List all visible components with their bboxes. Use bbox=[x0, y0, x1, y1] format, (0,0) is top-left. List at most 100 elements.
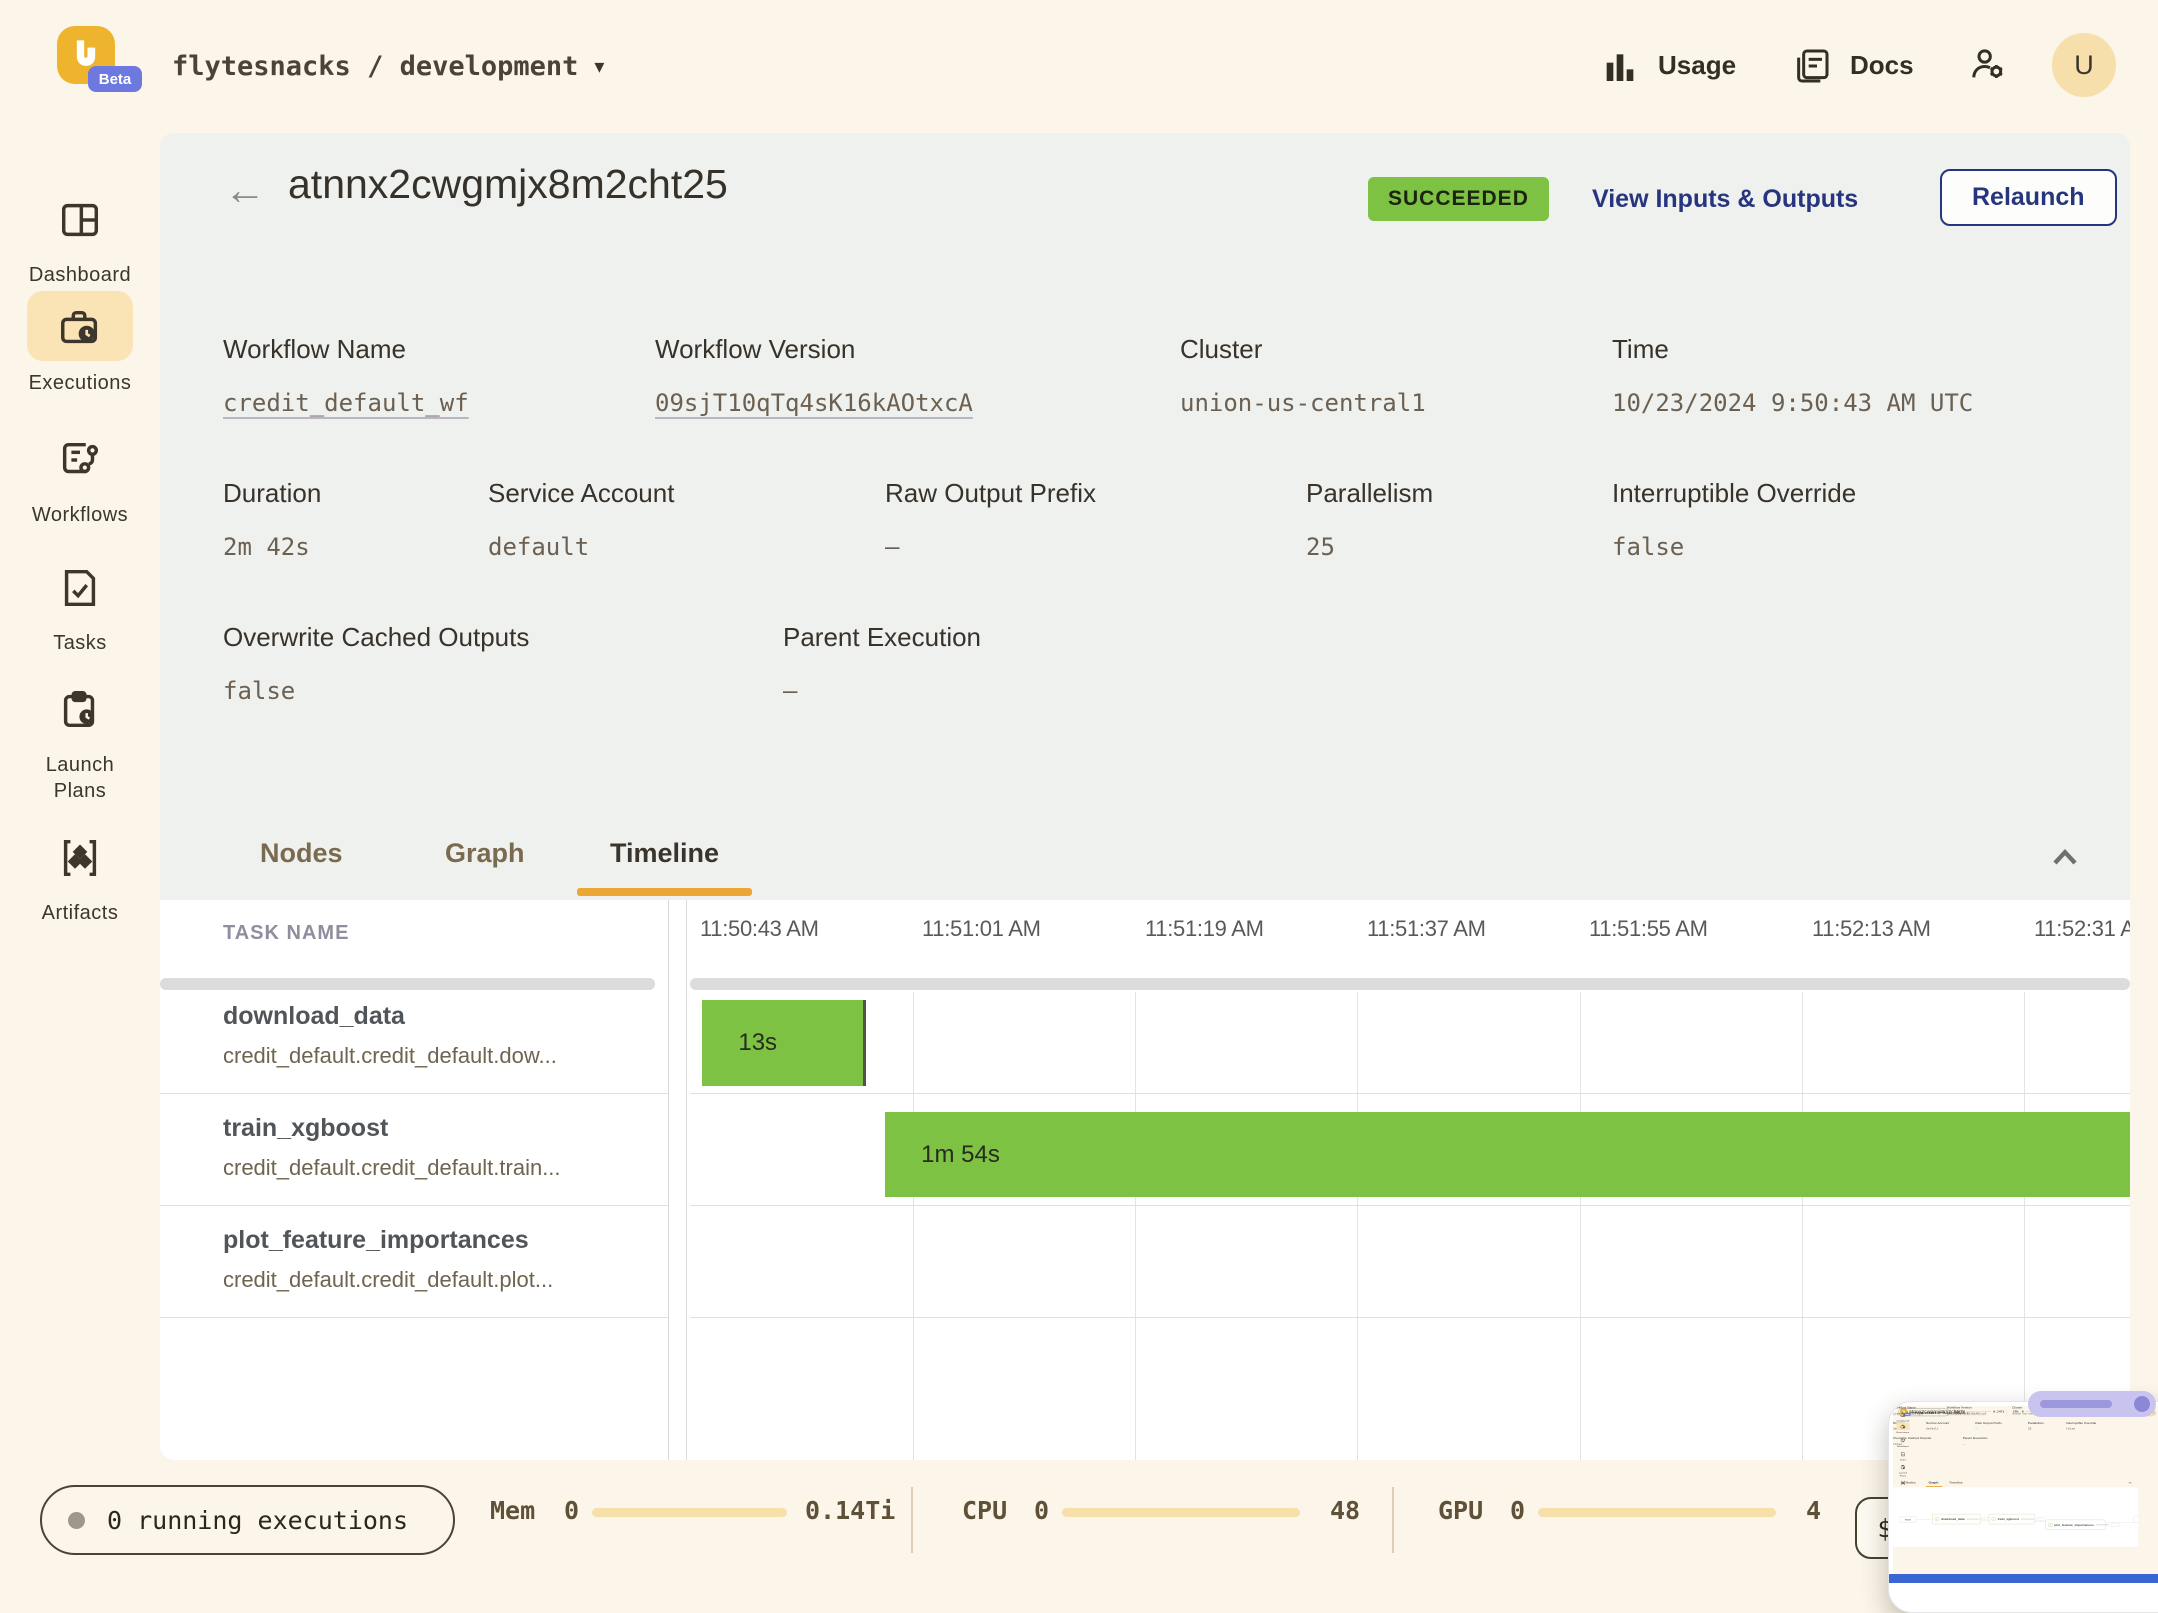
execution-detail-panel: ← atnnx2cwgmjx8m2cht25 SUCCEEDED View In… bbox=[160, 133, 2130, 1460]
view-inputs-outputs-link[interactable]: View Inputs & Outputs bbox=[1592, 185, 1858, 214]
task-path: credit_default.credit_default.plot... bbox=[223, 1267, 653, 1293]
tab-timeline[interactable]: Timeline bbox=[610, 838, 719, 869]
pip-expand-pill-icon bbox=[2134, 1396, 2150, 1412]
gantt-bar-train-xgboost[interactable]: 1m 54s bbox=[885, 1112, 2130, 1197]
time-tick: 11:50:43 AM bbox=[700, 916, 819, 942]
meta-item-link[interactable]: credit_default_wf bbox=[223, 389, 655, 417]
time-tick: 11:51:19 AM bbox=[1145, 916, 1264, 942]
sidebar-item-label: Artifacts bbox=[0, 900, 160, 926]
breadcrumb-label: flytesnacks / development bbox=[172, 51, 578, 82]
cpu-meter-label: CPU bbox=[962, 1496, 1007, 1525]
sidebar-item-artifacts[interactable]: Artifacts bbox=[0, 821, 160, 926]
union-console-page: { "app": { "breadcrumb": "flytesnacks / … bbox=[0, 0, 2158, 1588]
column-divider[interactable] bbox=[668, 900, 669, 1460]
pip-frame-edge bbox=[1889, 1574, 2158, 1583]
pip-expand-pill[interactable] bbox=[2028, 1391, 2156, 1417]
task-name: plot_feature_importances bbox=[223, 1226, 653, 1255]
collapse-chevron-up-icon[interactable] bbox=[2045, 838, 2085, 878]
meta-item: Workflow Namecredit_default_wf bbox=[223, 333, 655, 417]
gantt-pane: 11:50:43 AM 11:51:01 AM 11:51:19 AM 11:5… bbox=[690, 900, 2130, 1460]
gantt-bar-duration: 1m 54s bbox=[885, 1141, 1000, 1169]
pip-preview-content: Beta flytesnacks / development ▾ Usage D… bbox=[1893, 1406, 2158, 1574]
meta-item-label: Interruptible Override bbox=[1612, 477, 2052, 509]
task-row-download-data[interactable]: download_data credit_default.credit_defa… bbox=[223, 982, 653, 1094]
launch-plans-icon bbox=[57, 687, 103, 733]
chevron-down-icon: ▾ bbox=[594, 54, 604, 79]
meta-item-value: false bbox=[223, 677, 783, 705]
meta-item-label: Cluster bbox=[1180, 333, 1612, 365]
horizontal-scrollbar-right[interactable] bbox=[690, 978, 2130, 990]
pip-expand-pill-text bbox=[2040, 1400, 2112, 1408]
meta-item-value: 25 bbox=[1306, 533, 1612, 561]
mem-meter-track bbox=[592, 1508, 787, 1517]
tab-bar: Nodes Graph Timeline bbox=[160, 830, 2130, 900]
user-settings-icon[interactable] bbox=[1968, 44, 2008, 84]
cpu-meter-min: 0 bbox=[1034, 1496, 1049, 1525]
usage-link[interactable]: Usage bbox=[1658, 50, 1736, 81]
status-divider bbox=[1392, 1487, 1394, 1553]
running-executions-pill[interactable]: 0 running executions bbox=[40, 1485, 455, 1555]
artifacts-icon bbox=[57, 835, 103, 881]
sidebar-item-workflows[interactable]: Workflows bbox=[0, 423, 160, 528]
timeline-section: TASK NAME download_data credit_default.c… bbox=[160, 900, 2130, 1460]
sidebar-item-label: Dashboard bbox=[0, 262, 160, 288]
sidebar-item-launch-plans[interactable]: Launch Plans bbox=[0, 673, 160, 804]
sidebar-item-executions[interactable]: Executions bbox=[0, 291, 160, 396]
meta-item: Parallelism 25 bbox=[1306, 477, 1612, 561]
relaunch-button[interactable]: Relaunch bbox=[1940, 169, 2117, 226]
execution-metadata-grid: Workflow Namecredit_default_wfWorkflow V… bbox=[223, 333, 2072, 765]
meta-item: Time10/23/2024 9:50:43 AM UTC bbox=[1612, 333, 2072, 417]
gpu-meter-label: GPU bbox=[1438, 1496, 1483, 1525]
gpu-meter-track bbox=[1538, 1508, 1776, 1517]
breadcrumb[interactable]: flytesnacks / development ▾ bbox=[172, 0, 604, 133]
meta-item: Service Accountdefault bbox=[488, 477, 885, 561]
mem-meter-label: Mem bbox=[490, 1496, 535, 1525]
avatar[interactable]: U bbox=[2052, 33, 2116, 97]
tasks-icon bbox=[57, 565, 103, 611]
meta-item-value: 10/23/2024 9:50:43 AM UTC bbox=[1612, 389, 2072, 417]
task-row-train-xgboost[interactable]: train_xgboost credit_default.credit_defa… bbox=[223, 1094, 653, 1206]
meta-item-value: – bbox=[885, 533, 1306, 561]
beta-badge: Beta bbox=[88, 66, 142, 92]
mem-meter-max: 0.14Ti bbox=[805, 1496, 895, 1525]
meta-item-label: Service Account bbox=[488, 477, 885, 509]
docs-icon[interactable] bbox=[1792, 46, 1832, 86]
task-row-plot-feature-importances[interactable]: plot_feature_importances credit_default.… bbox=[223, 1206, 653, 1318]
status-badge: SUCCEEDED bbox=[1368, 177, 1549, 221]
meta-item-label: Parallelism bbox=[1306, 477, 1612, 509]
meta-item-label: Parent Execution bbox=[783, 621, 1223, 653]
sidebar-item-dashboard[interactable]: Dashboard bbox=[0, 183, 160, 288]
executions-icon bbox=[57, 305, 103, 351]
gpu-meter-min: 0 bbox=[1510, 1496, 1525, 1525]
sidebar-item-tasks[interactable]: Tasks bbox=[0, 551, 160, 656]
meta-item: Interruptible Override false bbox=[1612, 477, 2052, 561]
task-path: credit_default.credit_default.dow... bbox=[223, 1043, 653, 1069]
status-bar: 0 running executions Mem 0 0.14Ti CPU 0 … bbox=[0, 1460, 2158, 1588]
meta-item: Overwrite Cached Outputs false bbox=[223, 621, 783, 705]
meta-item: Workflow Version 09sjT10qTq4sK16kAOtxcA bbox=[655, 333, 1180, 417]
meta-item-value: false bbox=[1612, 533, 2052, 561]
time-tick: 11:51:01 AM bbox=[922, 916, 1041, 942]
meta-item-link[interactable]: 09sjT10qTq4sK16kAOtxcA bbox=[655, 389, 1180, 417]
running-status-dot-icon bbox=[68, 1512, 85, 1529]
sidebar-item-label: Tasks bbox=[0, 630, 160, 656]
task-name-column-header: TASK NAME bbox=[223, 922, 349, 945]
pip-preview-card[interactable]: Beta flytesnacks / development ▾ Usage D… bbox=[1888, 1401, 2158, 1613]
meta-item: Clusterunion-us-central1 bbox=[1180, 333, 1612, 417]
column-divider bbox=[686, 900, 687, 1460]
meta-item-label: Overwrite Cached Outputs bbox=[223, 621, 783, 653]
time-tick: 11:51:55 AM bbox=[1589, 916, 1708, 942]
docs-link[interactable]: Docs bbox=[1850, 50, 1914, 81]
meta-item-value: 2m 42s bbox=[223, 533, 488, 561]
gantt-bar-download-data[interactable]: 13s bbox=[702, 1000, 866, 1086]
tab-graph[interactable]: Graph bbox=[445, 838, 525, 869]
execution-title: atnnx2cwgmjx8m2cht25 bbox=[288, 161, 728, 208]
task-name: train_xgboost bbox=[223, 1114, 653, 1143]
time-tick: 11:51:37 AM bbox=[1367, 916, 1486, 942]
dashboard-icon bbox=[57, 197, 103, 243]
meta-item-label: Workflow Version bbox=[655, 333, 1180, 365]
usage-chart-icon[interactable] bbox=[1600, 46, 1640, 86]
tab-nodes[interactable]: Nodes bbox=[260, 838, 343, 869]
active-tab-underline bbox=[577, 888, 752, 896]
back-arrow-icon[interactable]: ← bbox=[224, 169, 266, 211]
